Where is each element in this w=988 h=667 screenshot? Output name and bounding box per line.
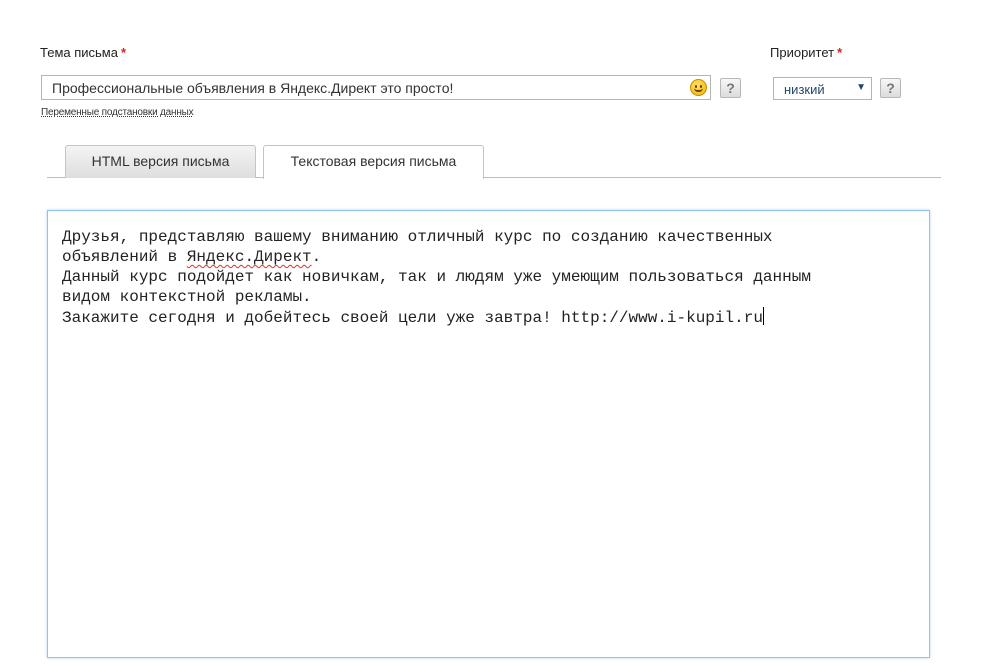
tab-text-version[interactable]: Текстовая версия письма [263,145,484,179]
required-mark: * [120,45,127,60]
required-mark: * [837,45,843,60]
emoji-icon[interactable] [690,79,707,96]
subject-label: Тема письма * [40,45,127,60]
priority-select[interactable]: низкий ▼ [773,77,872,100]
priority-help-button[interactable]: ? [880,78,901,98]
message-text-editor[interactable]: Друзья, представляю вашему вниманию отли… [47,210,930,658]
priority-selected-value: низкий [784,82,825,97]
subject-input[interactable] [42,76,682,99]
message-body: Друзья, представляю вашему вниманию отли… [62,228,811,327]
variables-link[interactable]: Переменные подстановки данных [41,107,194,118]
subject-field[interactable] [41,75,711,100]
subject-help-button[interactable]: ? [720,78,741,98]
chevron-down-icon: ▼ [856,82,866,93]
text-caret [762,307,764,325]
tab-html-version[interactable]: HTML версия письма [65,145,256,178]
priority-label: Приоритет * [770,45,843,60]
